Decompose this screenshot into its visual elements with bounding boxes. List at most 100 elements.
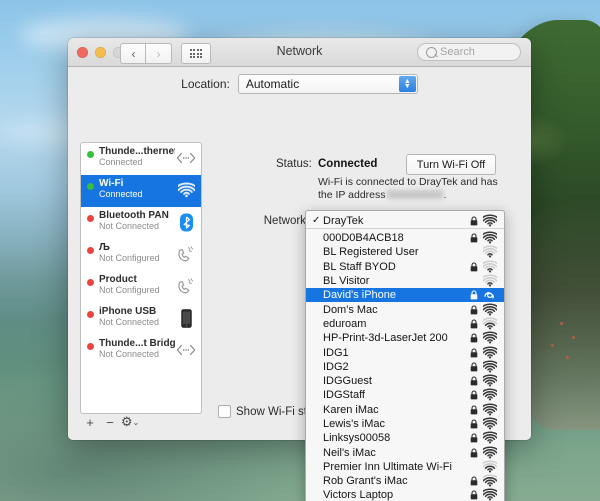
- network-ssid-label: 000D0B4ACB18: [323, 232, 467, 244]
- wifi-signal-icon: [480, 388, 497, 402]
- search-input[interactable]: Search: [417, 43, 521, 61]
- network-item[interactable]: Victors Laptop: [306, 488, 504, 501]
- stepper-chevrons-icon: ▲▼: [399, 76, 416, 92]
- sidebar-item-label: Product: [99, 274, 175, 285]
- network-item[interactable]: Neil's iMac: [306, 445, 504, 459]
- status-dot: [87, 247, 94, 254]
- network-item[interactable]: Linksys00058: [306, 431, 504, 445]
- sidebar-item-label: Љ: [99, 242, 175, 253]
- network-item[interactable]: David's iPhone: [306, 288, 504, 302]
- gear-glyph: ⚙: [121, 414, 133, 430]
- sidebar-item-thunde-t-bridge[interactable]: Thunde...t BridgeNot Connected: [81, 335, 201, 367]
- sidebar-item-product[interactable]: ProductNot Configured: [81, 271, 201, 303]
- status-dot: [87, 311, 94, 318]
- lock-icon: [467, 419, 480, 429]
- modem-icon: [175, 244, 197, 264]
- wifi-signal-icon: [480, 488, 497, 501]
- wifi-signal-icon: [480, 446, 497, 460]
- location-select[interactable]: Automatic ▲▼: [238, 74, 418, 94]
- lock-icon: [467, 333, 480, 343]
- search-icon: [426, 47, 437, 58]
- desktop-wallpaper: ‹ › Network Search Location: Automatic: [0, 0, 600, 501]
- foliage-speck: [551, 344, 554, 347]
- network-item[interactable]: ✓DrayTek: [306, 213, 504, 229]
- foliage-speck: [560, 322, 563, 325]
- network-item[interactable]: Dom's Mac: [306, 302, 504, 316]
- sidebar-item-status: Connected: [99, 157, 175, 168]
- lock-icon: [467, 362, 480, 372]
- network-item[interactable]: BL Registered User: [306, 245, 504, 259]
- sidebar-item-text: ЉNot Configured: [99, 242, 175, 264]
- network-ssid-label: IDGStaff: [323, 389, 467, 401]
- sidebar-item-bluetooth-pan[interactable]: Bluetooth PANNot Connected: [81, 207, 201, 239]
- wifi-icon: [175, 180, 197, 200]
- network-item[interactable]: BL Staff BYOD: [306, 260, 504, 274]
- sidebar-item-label: Thunde...thernet: [99, 146, 175, 157]
- sidebar-item-text: iPhone USBNot Connected: [99, 306, 175, 328]
- network-item[interactable]: 000D0B4ACB18: [306, 231, 504, 245]
- lock-icon: [467, 262, 480, 272]
- wifi-signal-icon: [480, 303, 497, 317]
- network-item[interactable]: eduroam: [306, 317, 504, 331]
- gear-icon[interactable]: ⚙⌄: [120, 414, 140, 431]
- network-item[interactable]: HP-Print-3d-LaserJet 200: [306, 331, 504, 345]
- sidebar-item-label: Wi-Fi: [99, 178, 175, 189]
- lock-icon: [467, 476, 480, 486]
- wifi-signal-icon: [480, 374, 497, 388]
- ethernet-icon: [175, 340, 197, 360]
- network-name-dropdown-menu[interactable]: ✓DrayTek 000D0B4ACB18 BL Registered User…: [305, 210, 505, 501]
- network-item[interactable]: Rob Grant's iMac: [306, 474, 504, 488]
- personal-hotspot-icon: [480, 289, 497, 301]
- lock-icon: [467, 319, 480, 329]
- sidebar-item-status: Not Connected: [99, 221, 175, 232]
- sidebar-item-thunde-thernet[interactable]: Thunde...thernetConnected: [81, 143, 201, 175]
- network-item[interactable]: BL Visitor: [306, 274, 504, 288]
- network-item[interactable]: Karen iMac: [306, 403, 504, 417]
- status-description-suffix: .: [444, 189, 447, 201]
- network-ssid-label: Victors Laptop: [323, 489, 467, 501]
- network-item[interactable]: IDG1: [306, 345, 504, 359]
- sidebar-item-[interactable]: ЉNot Configured: [81, 239, 201, 271]
- sidebar-item-status: Not Configured: [99, 253, 175, 264]
- network-ssid-label: DrayTek: [323, 215, 467, 227]
- network-ssid-label: Rob Grant's iMac: [323, 475, 467, 487]
- network-item[interactable]: IDG2: [306, 360, 504, 374]
- network-item[interactable]: Lewis's iMac: [306, 417, 504, 431]
- status-value: Connected: [318, 158, 377, 170]
- wifi-signal-icon: [480, 260, 497, 274]
- bluetooth-icon: [175, 212, 197, 232]
- network-ssid-label: Lewis's iMac: [323, 418, 467, 430]
- sidebar-item-text: Bluetooth PANNot Connected: [99, 210, 175, 232]
- network-item[interactable]: IDGGuest: [306, 374, 504, 388]
- add-service-button[interactable]: +: [80, 414, 100, 431]
- turn-wifi-off-button[interactable]: Turn Wi-Fi Off: [406, 154, 496, 175]
- sidebar-item-status: Not Configured: [99, 285, 175, 296]
- lock-icon: [467, 290, 480, 300]
- network-ssid-label: Premier Inn Ultimate Wi-Fi: [323, 461, 467, 473]
- search-placeholder: Search: [440, 46, 475, 58]
- window-titlebar: ‹ › Network Search: [68, 38, 531, 67]
- network-item[interactable]: Premier Inn Ultimate Wi-Fi: [306, 460, 504, 474]
- network-ssid-label: David's iPhone: [323, 289, 467, 301]
- wifi-signal-icon: [480, 346, 497, 360]
- wifi-signal-icon: [480, 417, 497, 431]
- network-item[interactable]: IDGStaff: [306, 388, 504, 402]
- show-wifi-status-checkbox[interactable]: [218, 405, 231, 418]
- sidebar-item-wi-fi[interactable]: Wi-FiConnected: [81, 175, 201, 207]
- wifi-signal-icon: [480, 274, 497, 288]
- network-services-list[interactable]: Thunde...thernetConnected Wi-FiConnected…: [80, 142, 202, 414]
- wifi-signal-icon: [480, 214, 497, 228]
- wifi-signal-icon: [480, 360, 497, 374]
- wifi-signal-icon: [480, 331, 497, 345]
- lock-icon: [467, 376, 480, 386]
- remove-service-button[interactable]: −: [100, 414, 120, 431]
- sidebar-item-label: iPhone USB: [99, 306, 175, 317]
- foliage-speck: [566, 356, 569, 359]
- network-list[interactable]: ✓DrayTek 000D0B4ACB18 BL Registered User…: [306, 213, 504, 501]
- sidebar-item-text: Thunde...thernetConnected: [99, 146, 175, 168]
- sidebar-item-status: Not Connected: [99, 317, 175, 328]
- network-ssid-label: Dom's Mac: [323, 304, 467, 316]
- sidebar-item-iphone-usb[interactable]: iPhone USBNot Connected: [81, 303, 201, 335]
- network-ssid-label: BL Staff BYOD: [323, 261, 467, 273]
- network-ssid-label: Neil's iMac: [323, 447, 467, 459]
